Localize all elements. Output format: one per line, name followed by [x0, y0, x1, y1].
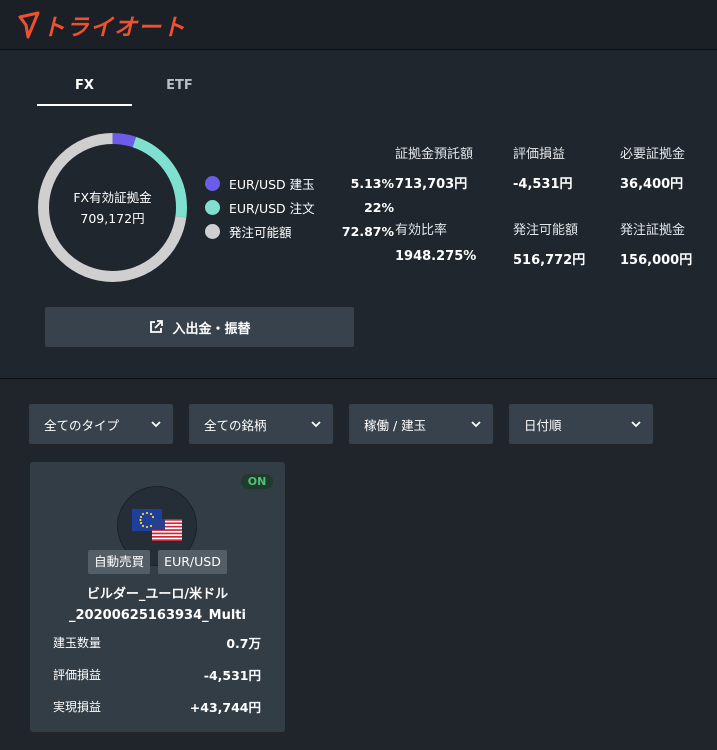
chevron-down-icon	[151, 421, 161, 428]
row-label: 建玉数量	[53, 635, 102, 650]
stat-orderable-amount: 発注可能額 516,772円	[513, 219, 620, 287]
stat-value: 156,000円	[620, 253, 693, 268]
chevron-down-icon	[471, 421, 481, 428]
legend-value: 5.13%	[350, 175, 394, 191]
stat-value: 1948.275%	[395, 249, 477, 264]
donut-title: FX有効証拠金	[73, 189, 152, 205]
legend-dot	[205, 175, 220, 191]
chevron-down-icon	[631, 421, 641, 428]
legend-value: 22%	[364, 199, 394, 215]
deposit-transfer-label: 入出金・振替	[172, 321, 251, 337]
filter-bar: 全てのタイプ 全ての銘柄 稼働 / 建玉 日付順	[29, 404, 669, 444]
position-quantity-row: 建玉数量 0.7万	[53, 626, 261, 658]
legend-item: 発注可能額 72.87%	[205, 219, 394, 243]
donut-value: 709,172円	[80, 210, 145, 226]
unrealized-pl-row: 評価損益 -4,531円	[53, 658, 261, 690]
chevron-down-icon	[311, 421, 321, 428]
status-filter-select[interactable]: 稼働 / 建玉	[349, 404, 493, 444]
summary-panel: FX ETF FX有効証拠金 709,172円 EUR/USD 建玉 5.13%…	[0, 51, 717, 379]
stat-label: 評価損益	[513, 147, 566, 162]
row-value: 0.7万	[226, 635, 261, 651]
deposit-transfer-button[interactable]: 入出金・振替	[45, 307, 354, 347]
filter-label: 全てのタイプ	[44, 417, 120, 433]
donut-center: FX有効証拠金 709,172円	[36, 131, 189, 284]
legend-dot	[205, 223, 220, 239]
tag-auto-trade: 自動売買	[88, 550, 151, 574]
strategy-title-line: ビルダー_ユーロ/米ドル	[86, 587, 229, 602]
stat-label: 証拠金預託額	[395, 147, 474, 162]
legend-dot	[205, 199, 220, 215]
legend-item: EUR/USD 注文 22%	[205, 195, 394, 219]
card-details: 建玉数量 0.7万 評価損益 -4,531円 実現損益 +43,744円	[53, 626, 261, 722]
stat-effective-ratio: 有効比率 1948.275%	[395, 219, 513, 287]
filter-label: 稼働 / 建玉	[364, 417, 427, 433]
stat-label: 有効比率	[395, 223, 448, 238]
strategy-card[interactable]: ON 自動売買 EUR/USD ビルダー_ユーロ/米ドル _2020062516…	[30, 462, 285, 732]
strategy-title: ビルダー_ユーロ/米ドル _20200625163934_Multi	[30, 584, 285, 626]
realized-pl-row: 実現損益 +43,744円	[53, 690, 261, 722]
type-filter-select[interactable]: 全てのタイプ	[29, 404, 173, 444]
stat-value: -4,531円	[513, 177, 573, 192]
stat-label: 発注証拠金	[620, 223, 686, 238]
account-stats: 証拠金預託額 713,703円 評価損益 -4,531円 必要証拠金 36,40…	[395, 143, 715, 287]
logo-mark-icon	[18, 11, 40, 39]
card-tags: 自動売買 EUR/USD	[30, 550, 285, 574]
external-link-icon	[150, 320, 164, 333]
stat-unrealized-pl: 評価損益 -4,531円	[513, 143, 620, 211]
legend-label: EUR/USD 建玉	[229, 176, 315, 192]
legend-label: EUR/USD 注文	[229, 200, 315, 216]
strategy-title-line: _20200625163934_Multi	[69, 608, 246, 623]
symbol-filter-select[interactable]: 全ての銘柄	[189, 404, 333, 444]
tab-fx[interactable]: FX	[37, 75, 132, 106]
row-value: +43,744円	[189, 699, 261, 715]
filter-label: 全ての銘柄	[204, 417, 267, 433]
app-header: トライオート	[0, 0, 717, 50]
donut-legend: EUR/USD 建玉 5.13% EUR/USD 注文 22% 発注可能額 72…	[205, 171, 394, 243]
stat-label: 必要証拠金	[620, 147, 686, 162]
status-badge: ON	[241, 474, 273, 489]
stat-label: 発注可能額	[513, 223, 579, 238]
us-flag-icon	[152, 519, 182, 541]
stat-value: 516,772円	[513, 253, 586, 268]
legend-label: 発注可能額	[229, 224, 292, 240]
legend-item: EUR/USD 建玉 5.13%	[205, 171, 394, 195]
tab-etf[interactable]: ETF	[132, 75, 227, 106]
tag-currency-pair: EUR/USD	[158, 550, 227, 574]
legend-value: 72.87%	[341, 223, 394, 239]
sort-order-select[interactable]: 日付順	[509, 404, 653, 444]
logo[interactable]: トライオート	[18, 8, 186, 42]
asset-tabs: FX ETF	[37, 75, 227, 106]
row-label: 実現損益	[53, 699, 102, 714]
row-value: -4,531円	[203, 667, 261, 683]
stat-required-margin: 必要証拠金 36,400円	[620, 143, 715, 211]
logo-text: トライオート	[42, 15, 186, 41]
stat-value: 36,400円	[620, 177, 684, 192]
stat-value: 713,703円	[395, 177, 468, 192]
stat-deposit: 証拠金預託額 713,703円	[395, 143, 513, 211]
row-label: 評価損益	[53, 667, 102, 682]
filter-label: 日付順	[524, 417, 562, 433]
stat-order-margin: 発注証拠金 156,000円	[620, 219, 715, 287]
